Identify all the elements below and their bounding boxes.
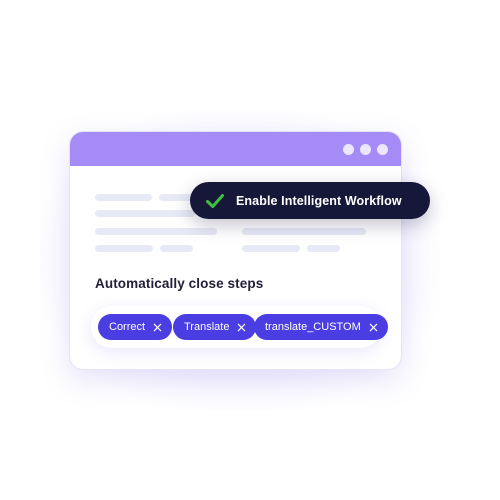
section-title: Automatically close steps <box>95 276 264 291</box>
placeholder-line <box>307 245 340 252</box>
chip-label: translate_CUSTOM <box>265 321 361 333</box>
placeholder-line <box>95 245 153 252</box>
chip-translate-custom[interactable]: translate_CUSTOM <box>254 314 388 340</box>
placeholder-line <box>159 194 194 201</box>
chips-container: Correct Translate translate_CUSTOM <box>91 306 388 348</box>
window-dot-1[interactable] <box>343 144 354 155</box>
window-titlebar <box>70 132 401 166</box>
check-icon <box>206 193 224 208</box>
placeholder-line <box>95 194 152 201</box>
chip-translate[interactable]: Translate <box>173 314 257 340</box>
chip-label: Translate <box>184 321 230 333</box>
close-icon[interactable] <box>153 323 162 332</box>
chip-correct[interactable]: Correct <box>98 314 173 340</box>
chip-label: Correct <box>109 321 146 333</box>
window-dot-3[interactable] <box>377 144 388 155</box>
toast-notification: Enable Intelligent Workflow <box>190 182 430 219</box>
placeholder-line <box>242 245 300 252</box>
placeholder-line <box>95 228 217 235</box>
app-window: Automatically close steps Correct Transl… <box>69 131 402 370</box>
toast-message: Enable Intelligent Workflow <box>236 193 402 208</box>
placeholder-line <box>160 245 193 252</box>
placeholder-line <box>242 228 366 235</box>
placeholder-line <box>95 210 195 217</box>
close-icon[interactable] <box>237 323 246 332</box>
close-icon[interactable] <box>369 323 378 332</box>
window-dot-2[interactable] <box>360 144 371 155</box>
illustration-stage: Automatically close steps Correct Transl… <box>0 0 500 500</box>
